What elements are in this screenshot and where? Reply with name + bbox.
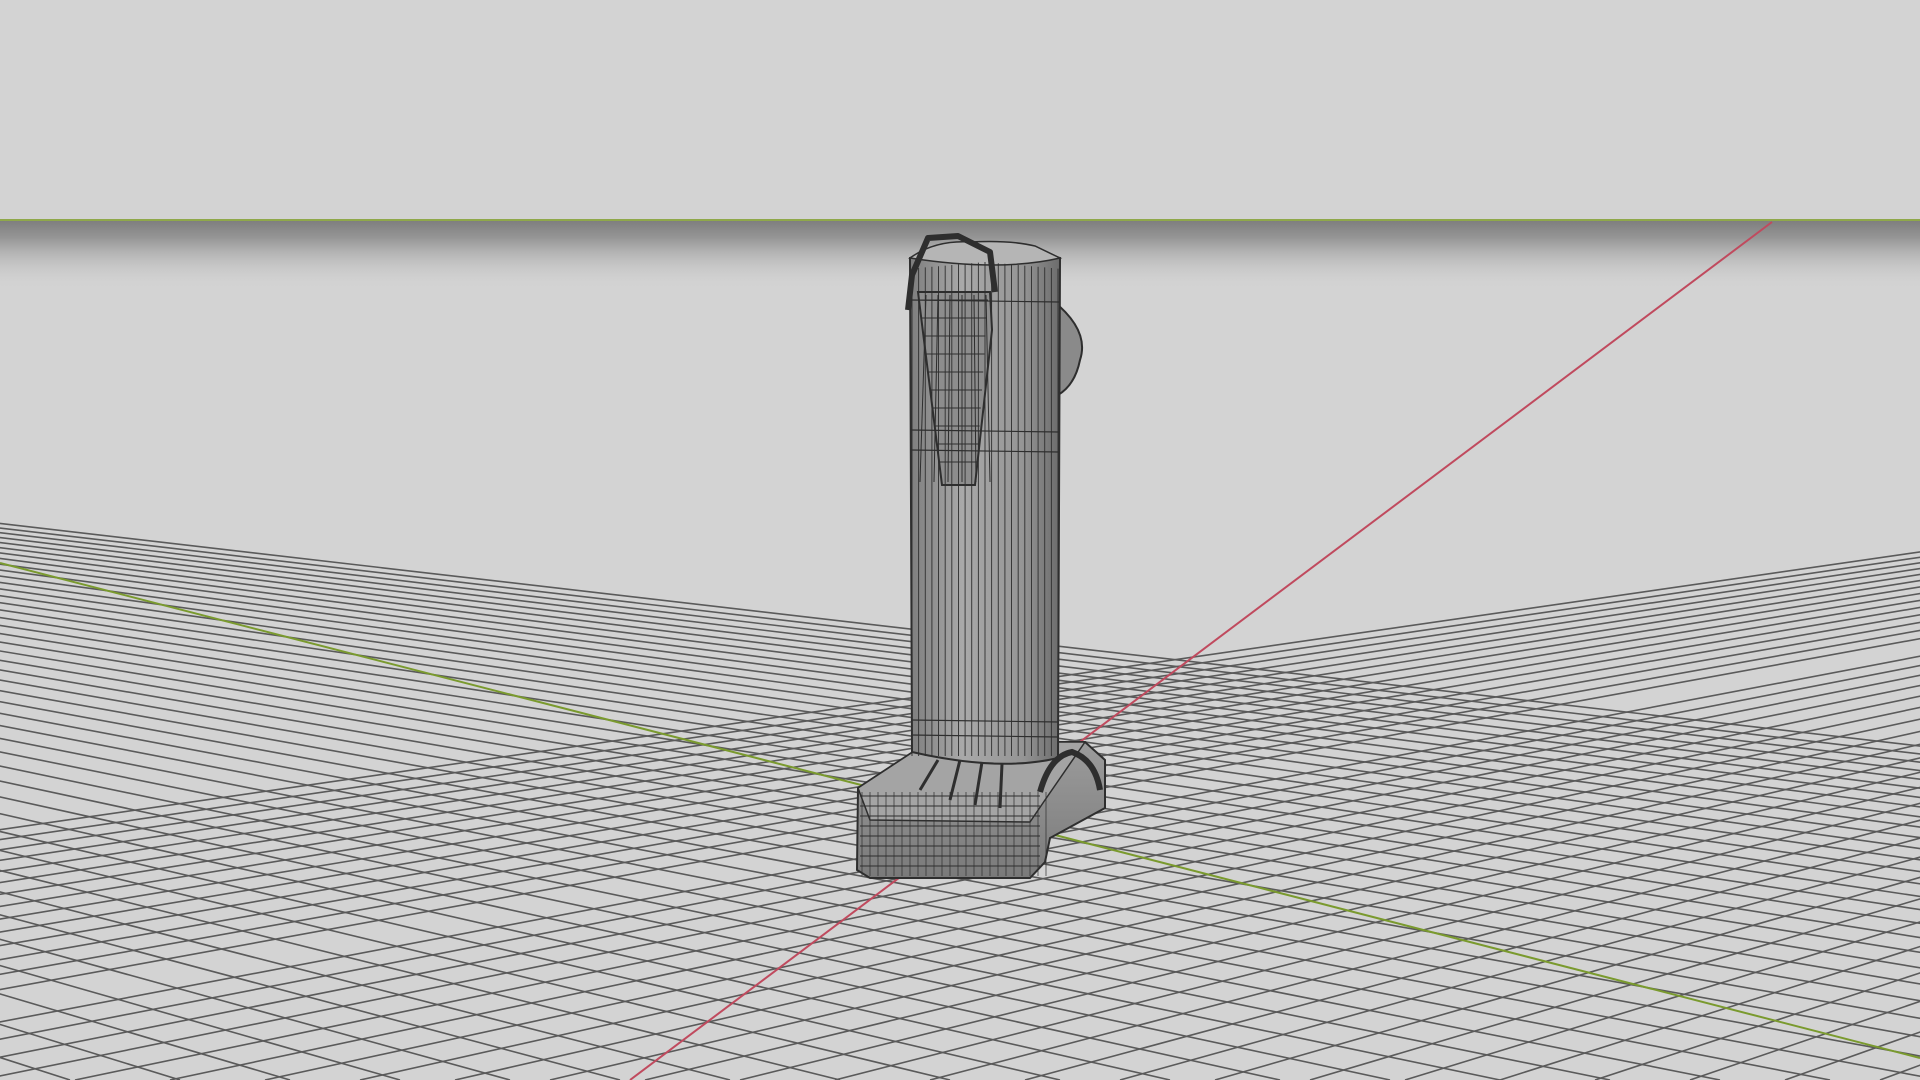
- grid-line: [0, 1023, 181, 1080]
- grid-line: [0, 913, 621, 1080]
- grid-line: [0, 849, 951, 1080]
- 3d-viewport[interactable]: [0, 0, 1920, 1080]
- scene-object[interactable]: [855, 233, 1106, 879]
- viewport-canvas[interactable]: [0, 0, 1920, 1080]
- grid-line: [0, 737, 1721, 1080]
- x-axis-line: [629, 221, 1773, 1080]
- grid-line: [0, 796, 1281, 1080]
- grid-line: [0, 751, 1611, 1080]
- grid-line: [454, 743, 1920, 1080]
- grid-line: [0, 938, 511, 1080]
- grid-line: [359, 730, 1920, 1080]
- wire-base-fin: [998, 763, 1004, 809]
